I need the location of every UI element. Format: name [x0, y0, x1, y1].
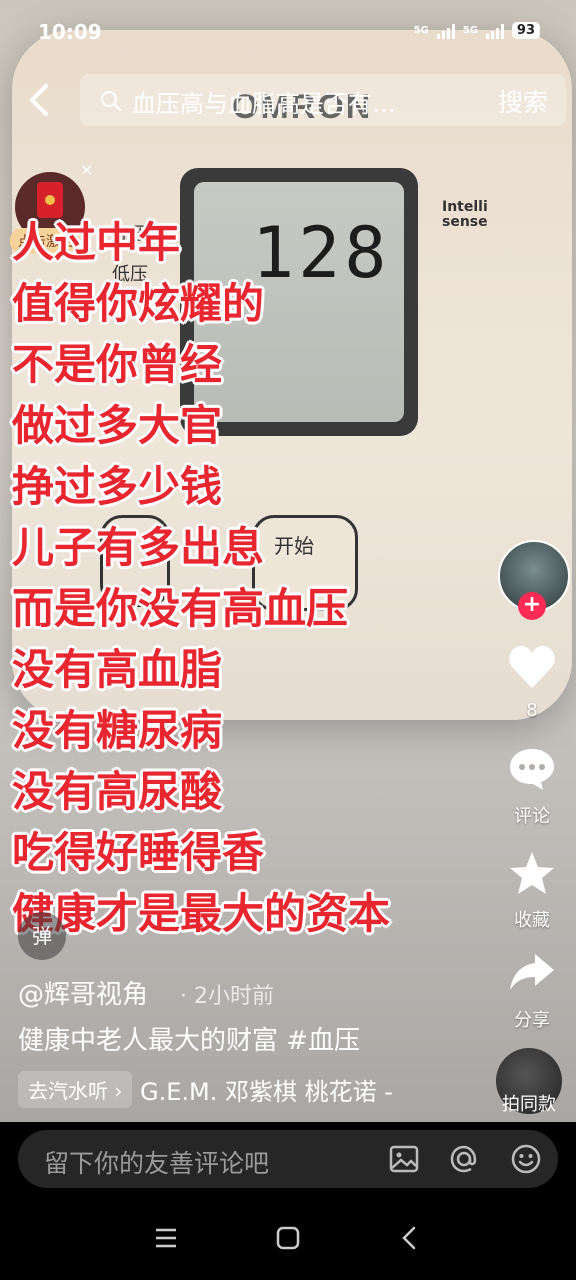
- video-player[interactable]: OMRON 高压 低压 128 Intelli sense 开始 10:09 5…: [0, 0, 576, 1122]
- mention-icon[interactable]: [448, 1143, 480, 1175]
- share-button[interactable]: 分享: [500, 950, 564, 1032]
- star-icon: [510, 852, 554, 894]
- caption-line: 没有糖尿病: [12, 706, 223, 755]
- heart-icon: [509, 646, 555, 688]
- search-query: 血压高与血脂高是否有…: [132, 90, 396, 118]
- caption-line: 挣过多少钱: [12, 462, 223, 511]
- caption-line: 不是你曾经: [12, 340, 223, 389]
- like-button[interactable]: 8: [500, 644, 564, 721]
- same-style-label[interactable]: 拍同款: [502, 1090, 556, 1116]
- comment-bubble-icon: [510, 749, 554, 790]
- home-icon[interactable]: [270, 1220, 306, 1256]
- share-label: 分享: [514, 1010, 550, 1031]
- caption-line: 值得你炫耀的: [12, 279, 265, 328]
- back-arrow-icon[interactable]: [22, 80, 62, 120]
- comment-placeholder[interactable]: 留下你的友善评论吧: [44, 1144, 269, 1180]
- caption-line: 而是你没有高血压: [12, 584, 349, 633]
- image-icon[interactable]: [388, 1143, 420, 1175]
- emoji-icon[interactable]: [510, 1143, 542, 1175]
- status-indicators: 5G 5G 93: [414, 22, 540, 39]
- signal-bars-icon: [485, 23, 504, 39]
- intellisense-badge: Intelli sense: [442, 199, 488, 230]
- like-count: 8: [526, 700, 538, 721]
- menu-icon[interactable]: [148, 1220, 184, 1256]
- follow-button[interactable]: +: [518, 592, 546, 620]
- caption-line: 做过多大官: [12, 401, 223, 450]
- promo-close-icon[interactable]: ×: [80, 160, 93, 179]
- caption-line: 没有高血脂: [12, 645, 223, 694]
- caption-line: 人过中年: [12, 218, 181, 267]
- caption-line: 儿子有多出息: [12, 523, 265, 572]
- system-navigation-bar: [0, 1196, 576, 1280]
- search-bar[interactable]: 血压高与血脂高是否有… 搜索: [80, 74, 566, 126]
- battery-indicator: 93: [511, 22, 540, 39]
- signal-label-2: 5G: [462, 25, 478, 36]
- signal-bars-icon: [436, 23, 455, 39]
- share-arrow-icon: [510, 954, 554, 990]
- caption-line: 没有高尿酸: [12, 767, 223, 816]
- caption-line: 健康才是最大的资本: [12, 889, 391, 938]
- back-icon[interactable]: [392, 1220, 428, 1256]
- music-title[interactable]: G.E.M. 邓紫棋 桃花诺 -: [140, 1072, 393, 1107]
- post-time: · 2小时前: [180, 984, 274, 1009]
- video-caption-overlay: 人过中年 值得你炫耀的 不是你曾经 做过多大官 挣过多少钱 儿子有多出息 而是你…: [12, 212, 390, 944]
- search-icon: [101, 91, 121, 111]
- listen-in-qishui-button[interactable]: 去汽水听 ›: [18, 1071, 133, 1108]
- comment-label: 评论: [514, 806, 550, 827]
- danmu-toggle-button[interactable]: 弹: [18, 912, 66, 960]
- caption-line: 吃得好睡得香: [12, 828, 265, 877]
- signal-label-1: 5G: [413, 25, 429, 36]
- post-description[interactable]: 健康中老人最大的财富 #血压: [18, 1020, 360, 1057]
- status-time: 10:09: [38, 20, 102, 44]
- author-name[interactable]: @辉哥视角: [18, 974, 148, 1011]
- favorite-label: 收藏: [514, 910, 550, 931]
- favorite-button[interactable]: 收藏: [500, 850, 564, 932]
- comment-input-bar[interactable]: 留下你的友善评论吧: [18, 1130, 558, 1188]
- comment-button[interactable]: 评论: [500, 746, 564, 828]
- search-button[interactable]: 搜索: [498, 83, 548, 119]
